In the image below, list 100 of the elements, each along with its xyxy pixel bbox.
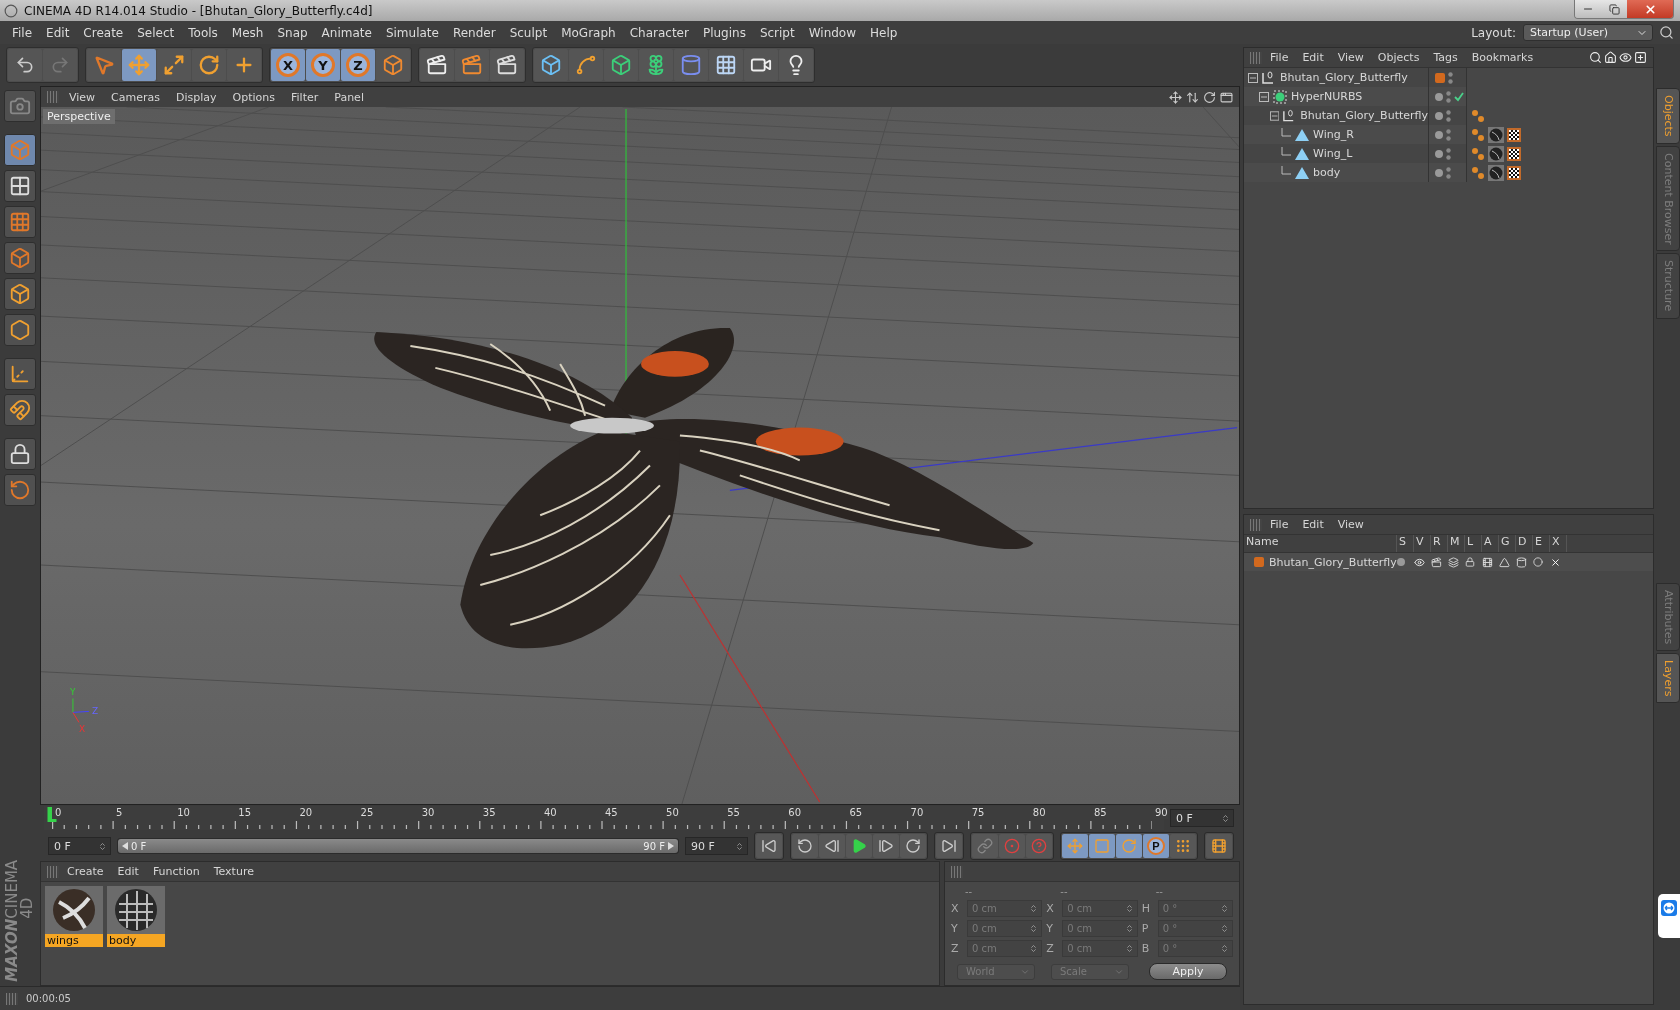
rotate-tool-button[interactable] (192, 49, 226, 81)
visibility-dot[interactable] (1435, 111, 1443, 120)
axis-lock-button[interactable]: Y (306, 49, 340, 81)
menu-item[interactable]: Plugins (696, 23, 752, 42)
timeline-button[interactable] (1206, 834, 1232, 858)
coordinate-system-button[interactable] (376, 49, 410, 81)
menu-item[interactable]: Select (131, 23, 181, 42)
menu-item[interactable]: Edit (1296, 51, 1330, 64)
menu-item[interactable]: Help (864, 23, 904, 42)
camera-mode-button[interactable] (4, 90, 36, 122)
side-tab[interactable]: Objects (1656, 88, 1680, 144)
menu-item[interactable]: Panel (328, 90, 370, 104)
render-settings-button[interactable] (490, 49, 524, 81)
axis-mode-button[interactable] (4, 358, 36, 390)
select-tool-button[interactable] (87, 49, 121, 81)
polygons-mode-button[interactable] (4, 314, 36, 346)
menu-item[interactable]: Edit (111, 865, 145, 878)
menu-item[interactable]: Texture (207, 865, 260, 878)
previous-key-button[interactable] (792, 834, 818, 858)
undo-button[interactable] (8, 49, 42, 81)
menu-item[interactable]: Window (802, 23, 863, 42)
next-frame-button[interactable] (873, 834, 899, 858)
workplane-mode-button[interactable] (4, 206, 36, 238)
go-to-end-button[interactable] (936, 834, 962, 858)
deformer-button[interactable] (674, 49, 708, 81)
texture-mode-button[interactable] (4, 170, 36, 202)
menu-item[interactable]: Sculpt (503, 23, 554, 42)
light-button[interactable] (779, 49, 813, 81)
current-frame-field[interactable]: 0 F (1170, 809, 1234, 827)
menu-item[interactable]: Options (226, 90, 281, 104)
menu-item[interactable]: Render (446, 23, 502, 42)
axis-lock-button[interactable]: X (271, 49, 305, 81)
menu-item[interactable]: Simulate (379, 23, 445, 42)
visibility-dot[interactable] (1435, 92, 1443, 101)
side-tab[interactable]: Layers (1656, 652, 1680, 704)
nurbs-button[interactable] (604, 49, 638, 81)
menu-item[interactable]: Edit (40, 23, 76, 42)
parameter-key-button[interactable]: P (1143, 834, 1169, 858)
menu-item[interactable]: File (6, 23, 39, 42)
menu-item[interactable]: Create (61, 865, 110, 878)
menu-item[interactable]: View (1331, 51, 1370, 64)
model-mode-button[interactable] (4, 134, 36, 166)
lock-mode-button[interactable] (4, 438, 36, 470)
menu-item[interactable]: Cameras (105, 90, 166, 104)
snap-mode-button[interactable] (4, 394, 36, 426)
menu-item[interactable]: File (1264, 51, 1295, 64)
spline-button[interactable] (569, 49, 603, 81)
menu-item[interactable]: Tools (182, 23, 224, 42)
menu-item[interactable]: View (1331, 518, 1370, 531)
menu-item[interactable]: Create (77, 23, 130, 42)
layout-dropdown[interactable]: Startup (User) (1523, 24, 1653, 41)
restore-button[interactable] (1601, 0, 1627, 18)
menu-item[interactable]: Objects (1371, 51, 1426, 64)
edges-mode-button[interactable] (4, 278, 36, 310)
menu-item[interactable]: Animate (315, 23, 378, 42)
menu-item[interactable]: MoGraph (555, 23, 622, 42)
visibility-dot[interactable] (1435, 149, 1443, 158)
menu-item[interactable]: Mesh (225, 23, 270, 42)
next-key-button[interactable] (900, 834, 926, 858)
render-view-button[interactable] (420, 49, 454, 81)
menu-item[interactable]: Bookmarks (1465, 51, 1540, 64)
solo-dot[interactable] (1397, 558, 1405, 566)
play-button[interactable] (846, 834, 872, 858)
remote-support-widget[interactable] (1658, 894, 1680, 938)
range-slider[interactable]: 0 F 90 F (117, 838, 679, 854)
apply-button[interactable]: Apply (1149, 963, 1227, 980)
start-frame-field[interactable]: 0 F (48, 837, 112, 855)
scale-tool-button[interactable] (157, 49, 191, 81)
recent-tool-button[interactable] (227, 49, 261, 81)
array-button[interactable] (639, 49, 673, 81)
previous-frame-button[interactable] (819, 834, 845, 858)
end-frame-field[interactable]: 90 F (684, 837, 748, 855)
point-key-button[interactable] (1170, 834, 1196, 858)
menu-item[interactable]: Function (146, 865, 206, 878)
minimize-button[interactable] (1575, 0, 1601, 18)
axis-lock-button[interactable]: Z (341, 49, 375, 81)
menu-item[interactable]: Filter (285, 90, 325, 104)
layer-row[interactable]: Bhutan_Glory_Butterfly (1244, 553, 1653, 571)
close-button[interactable] (1627, 0, 1673, 18)
object-row[interactable]: HyperNURBS (1244, 87, 1429, 106)
grid-mode-button[interactable] (4, 474, 36, 506)
menu-item[interactable]: Tags (1427, 51, 1464, 64)
go-to-start-button[interactable] (756, 834, 782, 858)
menu-item[interactable]: File (1264, 518, 1295, 531)
menu-item[interactable]: Script (753, 23, 801, 42)
points-mode-button[interactable] (4, 242, 36, 274)
material-swatch[interactable]: wings (45, 886, 103, 947)
menu-item[interactable]: View (63, 90, 102, 104)
camera-button[interactable] (744, 49, 778, 81)
visibility-dot[interactable] (1435, 168, 1443, 177)
render-picture-button[interactable] (455, 49, 489, 81)
menu-item[interactable]: Character (623, 23, 695, 42)
menu-item[interactable]: Snap (271, 23, 314, 42)
cube-button[interactable] (534, 49, 568, 81)
object-row[interactable]: Wing_R (1244, 125, 1429, 144)
floor-button[interactable] (709, 49, 743, 81)
object-row[interactable]: body (1244, 163, 1429, 182)
menu-item[interactable]: Display (170, 90, 223, 104)
autokey-link-button[interactable] (972, 834, 998, 858)
material-swatch[interactable]: body (107, 886, 165, 947)
